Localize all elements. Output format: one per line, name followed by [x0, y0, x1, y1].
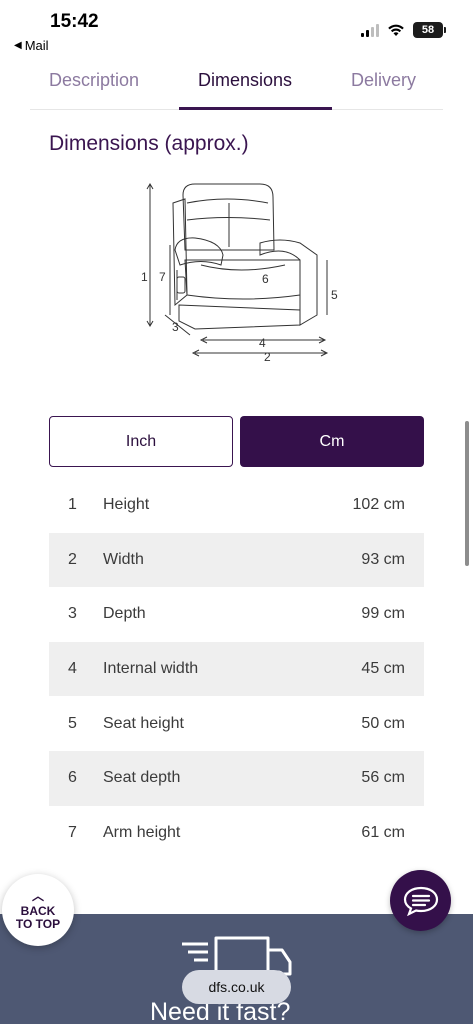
row-value: 50 cm — [361, 714, 405, 732]
tab-delivery[interactable]: Delivery — [351, 70, 416, 91]
row-label: Height — [103, 496, 150, 514]
recliner-dimensions-diagram: 1 7 6 5 3 4 2 — [141, 183, 338, 364]
table-row: 7 Arm height 61 cm — [49, 806, 424, 861]
diagram-label-depth: 3 — [172, 320, 179, 334]
row-number: 7 — [68, 823, 77, 841]
row-value: 102 cm — [352, 496, 405, 514]
diagram-label-seat-depth: 6 — [262, 272, 269, 286]
row-label: Arm height — [103, 823, 181, 841]
back-to-top-line2: TO TOP — [15, 916, 61, 931]
tab-dimensions[interactable]: Dimensions — [198, 70, 292, 91]
table-row: 5 Seat height 50 cm — [49, 696, 424, 751]
row-label: Seat height — [103, 714, 184, 732]
row-value: 56 cm — [361, 769, 405, 787]
row-label: Internal width — [103, 660, 199, 678]
table-row: 2 Width 93 cm — [49, 532, 424, 588]
table-row: 4 Internal width 45 cm — [49, 641, 424, 697]
diagram-label-seat-height: 5 — [331, 288, 338, 302]
row-label: Width — [103, 550, 144, 568]
back-to-top-line1: BACK — [20, 903, 56, 918]
row-label: Seat depth — [103, 769, 181, 787]
diagram-label-internal-width: 4 — [259, 336, 266, 350]
tab-description[interactable]: Description — [49, 70, 139, 91]
row-label: Depth — [103, 605, 146, 623]
diagram-label-height: 1 — [141, 270, 148, 284]
back-triangle-icon: ◀ — [14, 40, 22, 51]
back-to-mail-link[interactable]: ◀ Mail — [14, 38, 49, 53]
unit-cm-button[interactable]: Cm — [240, 416, 424, 467]
row-number: 4 — [68, 660, 77, 678]
back-to-top-button[interactable]: ︿ BACK TO TOP — [2, 874, 74, 946]
row-number: 6 — [68, 769, 77, 787]
row-number: 3 — [68, 605, 77, 623]
chat-button[interactable] — [390, 870, 451, 931]
row-value: 45 cm — [361, 660, 405, 678]
chevron-up-icon: ︿ — [31, 888, 44, 903]
product-info-tabs: Description Dimensions Delivery — [30, 60, 443, 110]
dimensions-table: 1 Height 102 cm 2 Width 93 cm 3 Depth 99… — [49, 478, 424, 860]
diagram-label-width: 2 — [264, 350, 271, 364]
table-row: 6 Seat depth 56 cm — [49, 750, 424, 806]
diagram-label-arm-height: 7 — [159, 270, 166, 284]
delivery-footer-banner: Need it fast? — [0, 914, 473, 1024]
chat-bubble-icon — [403, 886, 438, 916]
row-value: 93 cm — [361, 550, 405, 568]
active-tab-indicator — [179, 107, 332, 110]
wifi-icon — [388, 24, 404, 36]
back-mail-label: Mail — [24, 38, 49, 53]
unit-inch-button[interactable]: Inch — [49, 416, 233, 467]
browser-url-bar[interactable]: dfs.co.uk — [182, 970, 291, 1004]
row-value: 99 cm — [361, 605, 405, 623]
status-icons: 58 — [361, 22, 446, 38]
status-bar: 15:42 ◀ Mail 58 — [0, 0, 473, 58]
row-number: 2 — [68, 550, 77, 568]
table-row: 3 Depth 99 cm — [49, 587, 424, 642]
row-value: 61 cm — [361, 823, 405, 841]
status-time: 15:42 — [50, 11, 99, 32]
cellular-signal-icon — [361, 23, 379, 37]
battery-icon: 58 — [413, 22, 446, 38]
section-title: Dimensions (approx.) — [49, 132, 249, 155]
row-number: 1 — [68, 496, 77, 514]
page-scrollbar[interactable] — [465, 421, 469, 566]
table-row: 1 Height 102 cm — [49, 478, 424, 533]
row-number: 5 — [68, 714, 77, 732]
